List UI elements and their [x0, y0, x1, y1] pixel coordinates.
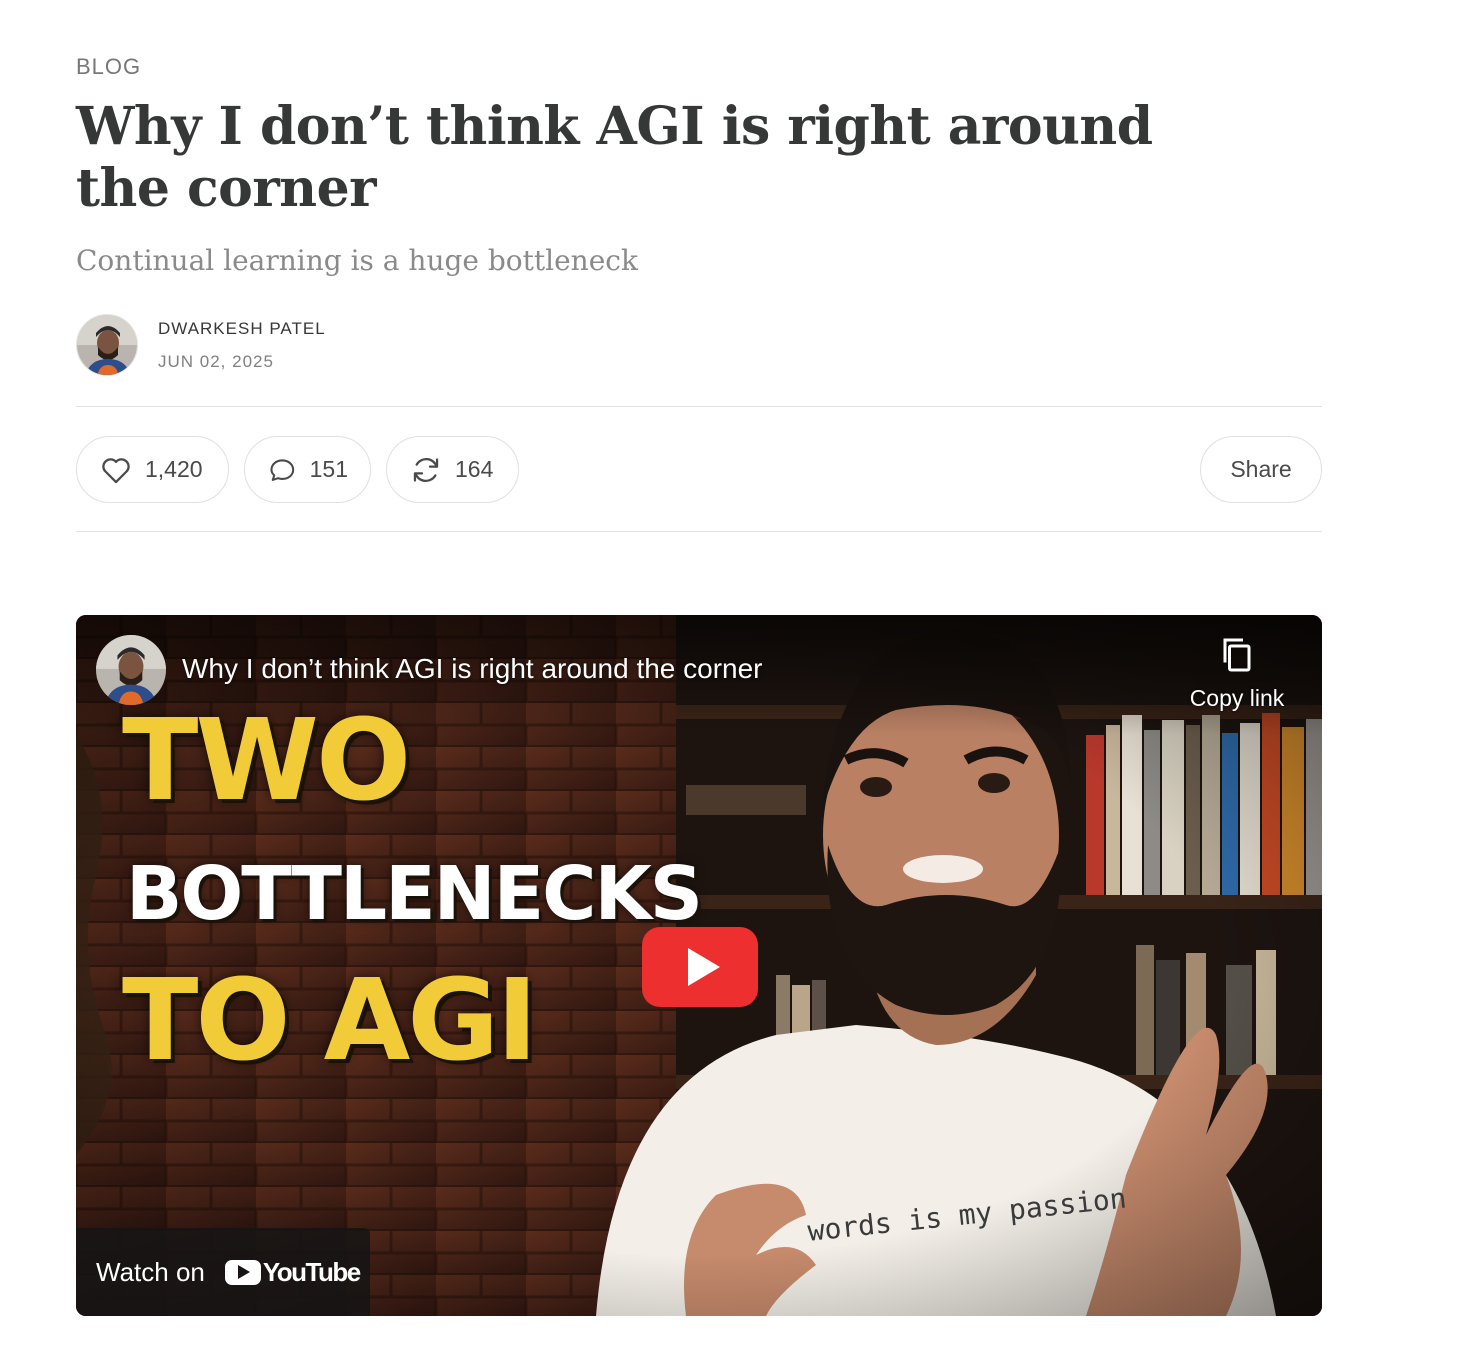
like-button[interactable]: 1,420	[76, 436, 229, 503]
comment-bubble-icon	[270, 458, 295, 481]
video-title[interactable]: Why I don’t think AGI is right around th…	[182, 653, 763, 685]
author-avatar[interactable]	[76, 314, 138, 376]
thumbnail-headline-line-2: BOTTLENECKS	[126, 851, 703, 937]
author-info: DWARKESH PATEL JUN 02, 2025	[158, 317, 326, 373]
share-label: Share	[1230, 456, 1292, 482]
post-title: Why I don’t think AGI is right around th…	[76, 96, 1153, 219]
video-embed[interactable]: TWO BOTTLENECKS TO AGI words is my passi…	[76, 615, 1322, 1316]
restack-icon	[413, 457, 439, 482]
comment-count: 151	[309, 456, 348, 482]
watch-on-youtube-button[interactable]: Watch on YouTube	[76, 1228, 370, 1316]
youtube-wordmark: YouTube	[262, 1256, 361, 1287]
post-subtitle: Continual learning is a huge bottleneck	[76, 244, 638, 277]
copy-icon	[1223, 638, 1251, 672]
play-button[interactable]	[642, 927, 758, 1007]
byline: DWARKESH PATEL JUN 02, 2025	[76, 313, 326, 377]
section-label[interactable]: BLOG	[76, 54, 141, 80]
copy-link-label: Copy link	[1189, 685, 1285, 711]
like-count: 1,420	[145, 456, 203, 482]
thumbnail-headline-line-3: TO AGI	[122, 956, 538, 1086]
heart-icon	[102, 457, 130, 483]
restack-button[interactable]: 164	[386, 436, 519, 503]
post-actions: 1,420 151 164 Share	[76, 436, 1322, 503]
share-button[interactable]: Share	[1200, 436, 1322, 503]
video-channel-avatar[interactable]	[96, 635, 166, 705]
thumbnail-headline-line-1: TWO	[122, 696, 411, 826]
author-name[interactable]: DWARKESH PATEL	[158, 317, 326, 341]
post-date: JUN 02, 2025	[158, 352, 274, 371]
divider-bottom	[76, 531, 1322, 532]
restack-count: 164	[455, 456, 494, 482]
play-icon	[688, 948, 720, 986]
watch-on-label: Watch on	[96, 1256, 205, 1287]
divider-top	[76, 406, 1322, 407]
copy-link-button[interactable]: Copy link	[1182, 635, 1292, 712]
comment-button[interactable]: 151	[244, 436, 371, 503]
youtube-logo-icon: YouTube	[224, 1256, 361, 1288]
